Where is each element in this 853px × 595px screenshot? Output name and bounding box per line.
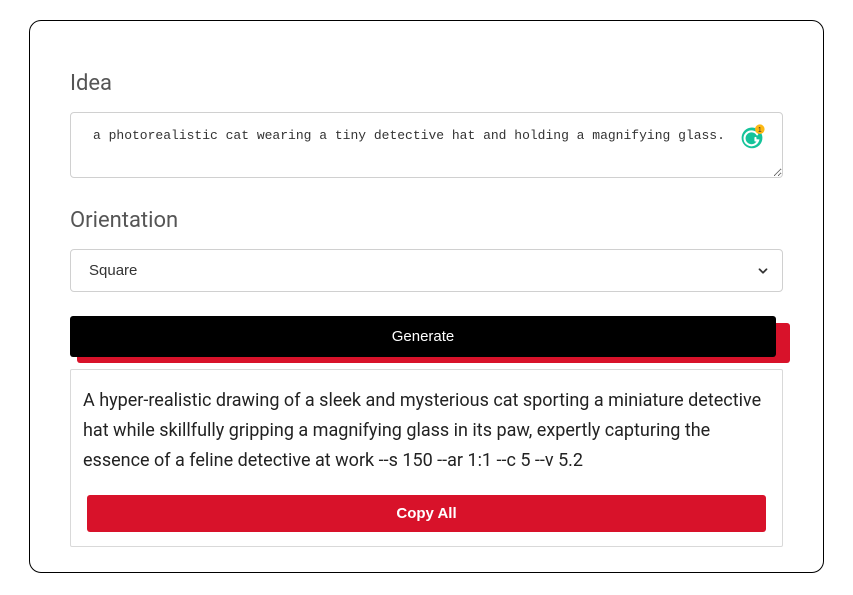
output-panel: A hyper-realistic drawing of a sleek and… [70,369,783,547]
idea-input[interactable] [70,112,783,178]
generate-button-wrap: Generate [70,316,783,357]
orientation-select-wrap: Square [70,249,783,292]
output-text: A hyper-realistic drawing of a sleek and… [83,386,770,475]
idea-input-wrap: 1 [70,112,783,182]
idea-label: Idea [70,71,783,96]
orientation-label: Orientation [70,208,783,233]
prompt-generator-card: Idea 1 Orientation Square Generate A hyp… [29,20,824,573]
generate-button[interactable]: Generate [70,316,776,357]
copy-all-button[interactable]: Copy All [87,495,766,532]
orientation-select[interactable]: Square [70,249,783,292]
